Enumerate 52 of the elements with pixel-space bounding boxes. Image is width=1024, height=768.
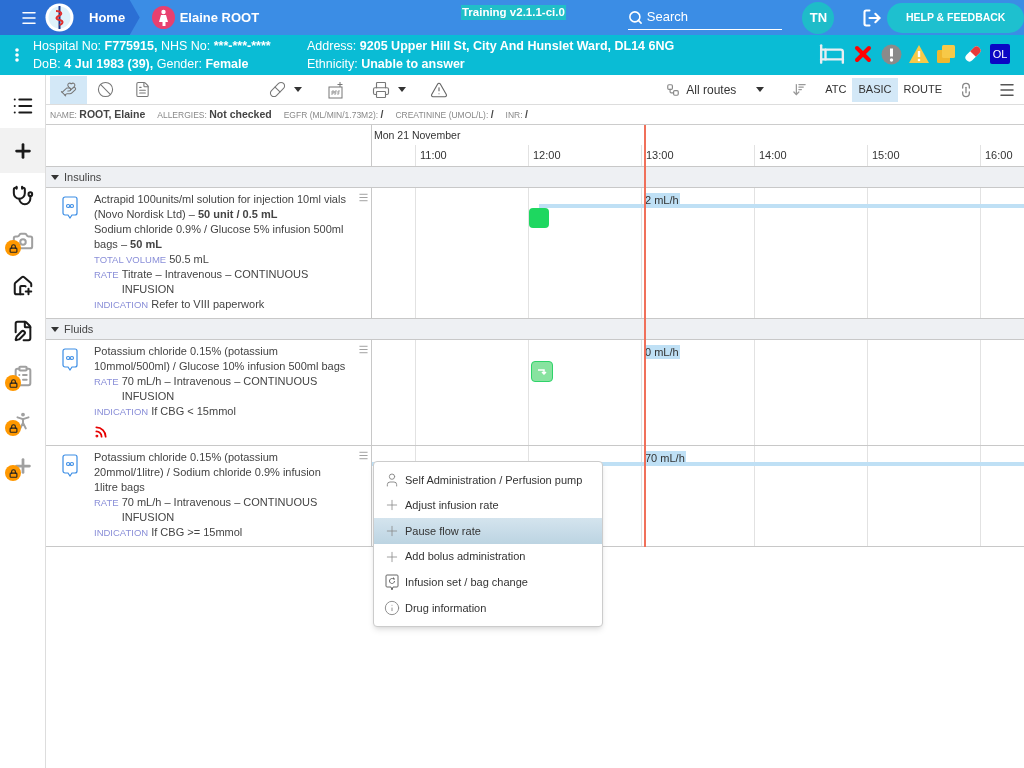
info-field: ALLERGIES: Not checked <box>157 106 272 123</box>
drug-name: Sodium chloride 0.9% / Glucose 5% infusion 500ml bags – 50 mL <box>94 222 345 252</box>
detail-label: TOTAL VOLUME <box>94 253 167 267</box>
detail-value: 50.5 mL <box>169 252 209 267</box>
hour-label: 16:00 <box>984 148 1014 163</box>
menu-item[interactable]: Drug information <box>374 594 602 621</box>
patient-detail: Hospital No: F775915, NHS No: ***-***-**** <box>33 38 272 55</box>
detail-label: RATE <box>94 268 119 282</box>
search-field[interactable]: Search <box>627 5 783 30</box>
home-link[interactable]: Home <box>89 7 126 28</box>
menu-item[interactable]: Self Administration / Perfusion pump <box>374 467 602 493</box>
grouping-tab[interactable]: ROUTE <box>897 77 948 102</box>
drug-name: Potassium chloride 0.15% (potassium 20mmol/1litre) / Sodium chloride 0.9% infusion 1litre bags <box>94 450 322 495</box>
ol-badge[interactable]: OL <box>990 44 1010 64</box>
patient-detail: Ethnicity: Unable to answer <box>307 56 466 73</box>
detail-value: 70 mL/h – Intravenous – CONTINUOUS INFUSION <box>121 374 319 404</box>
patient-detail: Address: 9205 Upper Hill St, City And Hunslet Ward, DL14 6NG <box>307 38 675 55</box>
detail-label: RATE <box>94 496 119 510</box>
hour-label: 14:00 <box>758 148 788 163</box>
version-label: Training v2.1.1-ci.0 <box>460 5 566 20</box>
menu-item[interactable]: Pause flow rate <box>374 518 602 544</box>
timeline-date: Mon 21 November <box>373 128 462 143</box>
patient-name: Elaine ROOT <box>179 8 260 27</box>
menu-item[interactable]: Adjust infusion rate <box>374 492 602 519</box>
info-field: CREATININE (UMOL/L): / <box>395 106 494 123</box>
info-field: NAME: ROOT, Elaine <box>50 106 146 123</box>
detail-value: Titrate – Intravenous – CONTINUOUS INFUSION <box>121 267 310 297</box>
search-input[interactable]: Search <box>646 7 767 27</box>
grouping-tab[interactable]: BASIC <box>852 77 898 102</box>
detail-label: INDICATION <box>94 526 149 540</box>
group-header[interactable]: Fluids <box>46 319 1024 340</box>
hour-label: 11:00 <box>419 148 448 163</box>
detail-value: If CBG >= 15mmol <box>151 525 243 540</box>
drug-name: Actrapid 100units/ml solution for injection 10ml vials (Novo Nordisk Ltd) – 50 unit / 0.5 mL <box>94 192 346 222</box>
detail-value: If CBG < 15mmol <box>151 404 236 419</box>
info-field: EGFR (ML/MIN/1.73M2): / <box>283 106 384 123</box>
hour-label: 13:00 <box>645 148 675 163</box>
menu-item[interactable]: Add bolus administration <box>374 543 602 570</box>
route-filter[interactable]: All routes <box>666 80 765 99</box>
hour-label: 12:00 <box>532 148 562 163</box>
info-field: INR: / <box>505 106 528 123</box>
detail-label: RATE <box>94 375 119 389</box>
detail-value: 70 mL/h – Intravenous – CONTINUOUS INFUSION <box>121 495 319 525</box>
menu-item[interactable]: Infusion set / bag change <box>374 569 602 595</box>
drug-name: Potassium chloride 0.15% (potassium 10mmol/500ml) / Glucose 10% infusion 500ml bags <box>94 344 346 374</box>
patient-detail: DoB: 4 Jul 1983 (39), Gender: Female <box>33 56 250 73</box>
detail-label: INDICATION <box>94 298 149 312</box>
grouping-tab[interactable]: ATC <box>819 77 853 102</box>
hour-label: 15:00 <box>871 148 901 163</box>
detail-label: INDICATION <box>94 405 149 419</box>
group-header[interactable]: Insulins <box>46 167 1024 188</box>
detail-value: Refer to VIII paperwork <box>151 297 265 312</box>
